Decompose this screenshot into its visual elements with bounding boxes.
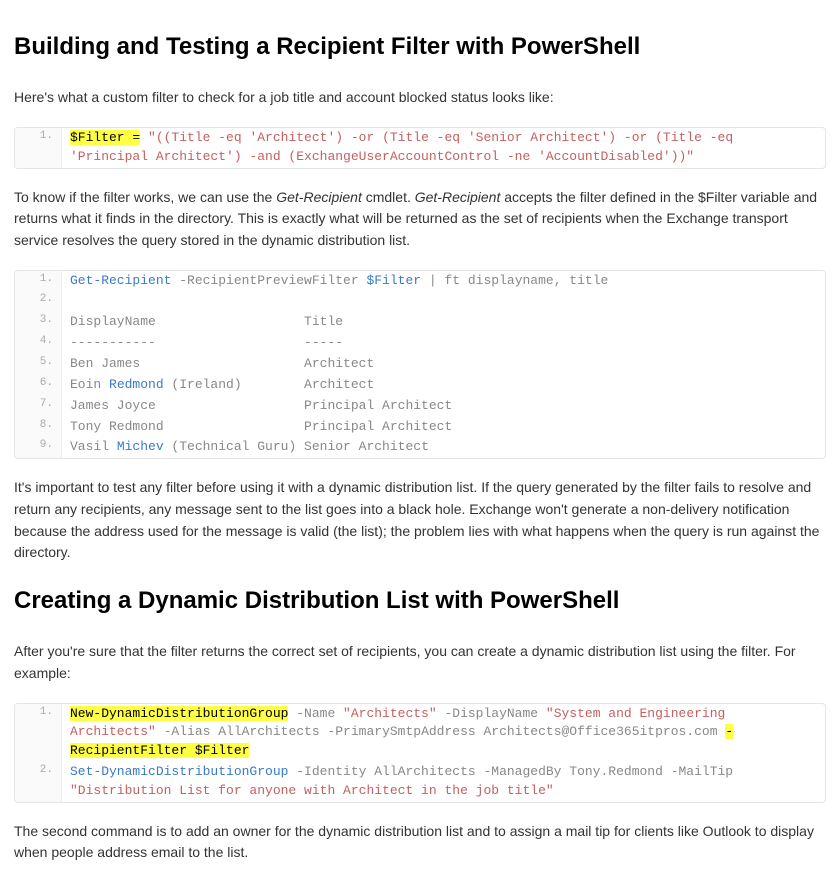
- code-line: James Joyce Principal Architect: [62, 396, 826, 417]
- paragraph-second-command: The second command is to add an owner fo…: [14, 821, 826, 864]
- line-number: 9.: [15, 437, 62, 458]
- code-line: DisplayName Title: [62, 312, 826, 333]
- code-line: [62, 291, 826, 312]
- line-number: 8.: [15, 417, 62, 438]
- heading-creating-ddl: Creating a Dynamic Distribution List wit…: [14, 582, 826, 619]
- paragraph-create-ddl: After you're sure that the filter return…: [14, 641, 826, 684]
- paragraph-get-recipient: To know if the filter works, we can use …: [14, 187, 826, 252]
- line-number: 5.: [15, 354, 62, 375]
- code-line: $Filter = "((Title -eq 'Architect') -or …: [62, 128, 826, 168]
- code-line: Get-Recipient -RecipientPreviewFilter $F…: [62, 271, 826, 292]
- code-block-new-ddg: 1. New-DynamicDistributionGroup -Name "A…: [14, 703, 826, 803]
- line-number: 2.: [15, 762, 62, 802]
- line-number: 6.: [15, 375, 62, 396]
- paragraph-test-filter: It's important to test any filter before…: [14, 477, 826, 564]
- line-number: 2.: [15, 291, 62, 312]
- code-line: Tony Redmond Principal Architect: [62, 417, 826, 438]
- code-line: Set-DynamicDistributionGroup -Identity A…: [62, 762, 826, 802]
- heading-building-testing: Building and Testing a Recipient Filter …: [14, 28, 826, 65]
- line-number: 1.: [15, 704, 62, 763]
- line-number: 1.: [15, 271, 62, 292]
- code-line: ----------- -----: [62, 333, 826, 354]
- code-block-filter: 1. $Filter = "((Title -eq 'Architect') -…: [14, 127, 826, 169]
- code-block-get-recipient: 1. Get-Recipient -RecipientPreviewFilter…: [14, 270, 826, 460]
- line-number: 1.: [15, 128, 62, 168]
- line-number: 7.: [15, 396, 62, 417]
- code-line: New-DynamicDistributionGroup -Name "Arch…: [62, 704, 826, 763]
- intro-paragraph-1: Here's what a custom filter to check for…: [14, 87, 826, 109]
- line-number: 4.: [15, 333, 62, 354]
- code-line: Ben James Architect: [62, 354, 826, 375]
- code-line: Vasil Michev (Technical Guru) Senior Arc…: [62, 437, 826, 458]
- code-line: Eoin Redmond (Ireland) Architect: [62, 375, 826, 396]
- line-number: 3.: [15, 312, 62, 333]
